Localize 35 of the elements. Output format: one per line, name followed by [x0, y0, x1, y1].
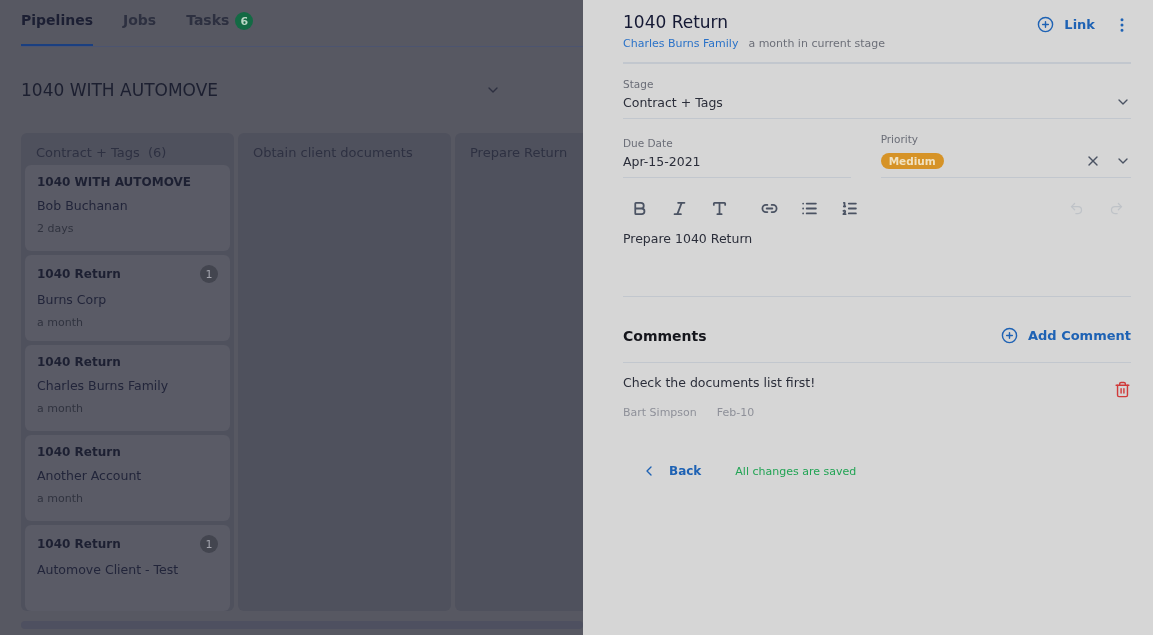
count-badge: 6 — [235, 12, 254, 30]
card-title: 1040 WITH AUTOMOVE — [37, 175, 192, 189]
add-circle-icon — [1000, 327, 1018, 344]
count-badge: 1 — [200, 535, 218, 553]
description-text[interactable]: Prepare 1040 Return — [623, 217, 1131, 297]
comment-date: Feb-10 — [716, 406, 755, 419]
due-date-field[interactable]: Due Date Apr-15-2021 — [623, 119, 851, 178]
card-title: 1040 Return — [37, 537, 121, 551]
stage-select[interactable]: Stage Contract + Tags — [623, 64, 1131, 119]
card-client: Bob Buchanan — [37, 198, 129, 213]
priority-tag: Medium — [880, 153, 944, 169]
horizontal-scrollbar[interactable] — [21, 621, 583, 629]
count-badge: 1 — [200, 265, 218, 283]
add-circle-icon — [1037, 16, 1055, 33]
card-client: Charles Burns Family — [37, 378, 170, 393]
link-button[interactable]: Link — [1037, 12, 1095, 37]
back-button[interactable]: Back — [641, 463, 702, 479]
card-client: Automove Client - Test — [37, 562, 180, 577]
card-title: 1040 Return — [37, 267, 121, 281]
comment-author: Bart Simpson — [623, 406, 697, 419]
comments-heading: Comments — [623, 327, 707, 344]
comment-text: Check the documents list first! — [623, 375, 816, 390]
card-title: 1040 Return — [37, 445, 121, 459]
job-title: 1040 Return — [623, 12, 730, 32]
card-client: Another Account — [37, 468, 143, 483]
stage-age: a month in current stage — [748, 37, 886, 50]
save-status: All changes are saved — [735, 464, 857, 478]
card-client: Burns Corp — [37, 292, 108, 307]
priority-select[interactable]: Priority Medium — [880, 119, 1131, 178]
nav-tab[interactable]: Pipelines — [21, 0, 93, 46]
pipeline-title: 1040 WITH AUTOMOVE — [21, 80, 219, 100]
job-card[interactable]: 1040 Return 1 Automove Client - Test — [25, 525, 230, 611]
client-link[interactable]: Charles Burns Family — [623, 37, 739, 50]
add-comment-button[interactable]: Add Comment — [1000, 323, 1131, 348]
card-title: 1040 Return — [37, 355, 121, 369]
